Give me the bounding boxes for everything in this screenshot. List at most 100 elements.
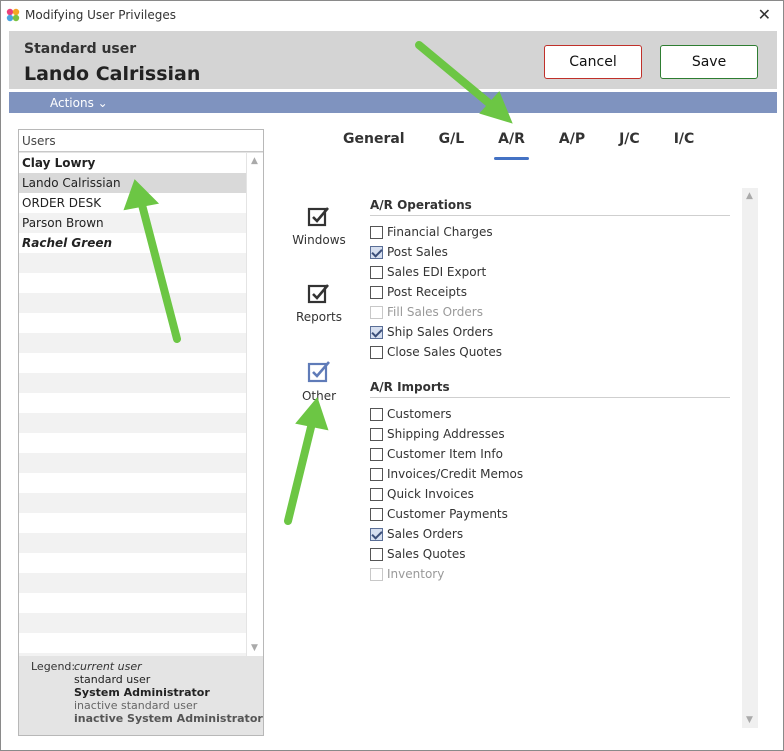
legend-current-user: current user — [74, 660, 142, 673]
side-nav-other[interactable]: Other — [289, 359, 349, 403]
legend-items: current user standard user System Admini… — [74, 660, 263, 725]
checkbox-unchecked[interactable] — [370, 285, 383, 299]
empty-row — [19, 373, 246, 393]
checkbox-unchecked[interactable] — [370, 447, 383, 461]
checkbox-unchecked[interactable] — [370, 225, 383, 239]
permission-label: Fill Sales Orders — [387, 305, 483, 319]
permission-row[interactable]: Close Sales Quotes — [370, 342, 730, 362]
scroll-up-icon[interactable]: ▲ — [746, 191, 753, 201]
permission-row[interactable]: Ship Sales Orders — [370, 322, 730, 342]
users-list-header: Users — [19, 130, 263, 152]
user-row[interactable]: ORDER DESK — [19, 193, 246, 213]
tab-j-c[interactable]: J/C — [617, 129, 642, 157]
empty-row — [19, 273, 246, 293]
empty-row — [19, 393, 246, 413]
permission-row[interactable]: Post Sales — [370, 242, 730, 262]
checkbox-unchecked[interactable] — [370, 407, 383, 421]
side-nav-label: Reports — [295, 310, 343, 324]
checkbox-unchecked[interactable] — [370, 547, 383, 561]
title-bar: Modifying User Privileges ✕ — [1, 1, 783, 29]
permission-row[interactable]: Customer Payments — [370, 504, 730, 524]
permission-row[interactable]: Quick Invoices — [370, 484, 730, 504]
users-scrollbar[interactable]: ▲ ▼ — [247, 153, 263, 656]
side-nav-reports[interactable]: Reports — [289, 282, 349, 324]
user-row[interactable]: Lando Calrissian — [19, 173, 246, 193]
save-button[interactable]: Save — [660, 45, 758, 79]
legend-inactive-standard-user: inactive standard user — [74, 699, 198, 712]
tab-a-r[interactable]: A/R — [494, 129, 529, 160]
permission-label: Post Sales — [387, 245, 448, 259]
permission-row[interactable]: Sales Quotes — [370, 544, 730, 564]
checkbox-unchecked[interactable] — [370, 265, 383, 279]
permission-label: Quick Invoices — [387, 487, 474, 501]
permission-row[interactable]: Customer Item Info — [370, 444, 730, 464]
operations-list: Financial Charges Post Sales Sales EDI Exp… — [370, 222, 730, 362]
permission-row[interactable]: Invoices/Credit Memos — [370, 464, 730, 484]
user-type-label: Standard user — [24, 41, 137, 57]
checkbox-checked[interactable] — [370, 245, 383, 259]
legend-label: Legend: — [31, 660, 76, 673]
close-icon[interactable]: ✕ — [758, 5, 771, 24]
side-nav-label: Windows — [292, 233, 346, 247]
permission-row[interactable]: Post Receipts — [370, 282, 730, 302]
checkbox-unchecked[interactable] — [370, 507, 383, 521]
permission-label: Financial Charges — [387, 225, 493, 239]
checkbox-checked[interactable] — [370, 325, 383, 339]
checkbox-unchecked[interactable] — [370, 487, 383, 501]
permission-label: Close Sales Quotes — [387, 345, 502, 359]
permission-label: Sales EDI Export — [387, 265, 487, 279]
legend-inactive-system-administrator: inactive System Administrator — [74, 712, 263, 725]
empty-row — [19, 413, 246, 433]
scroll-down-icon[interactable]: ▼ — [746, 715, 753, 725]
empty-row — [19, 593, 246, 613]
permission-row[interactable]: Customers — [370, 404, 730, 424]
empty-row — [19, 253, 246, 273]
scroll-down-icon[interactable]: ▼ — [251, 643, 258, 653]
side-nav-windows[interactable]: Windows — [289, 205, 349, 247]
cancel-button[interactable]: Cancel — [544, 45, 642, 79]
side-nav-label: Other — [301, 389, 337, 403]
checkbox-icon — [307, 361, 330, 383]
checkbox-unchecked[interactable] — [370, 467, 383, 481]
section-title-imports: A/R Imports — [370, 380, 730, 398]
permission-row[interactable]: Financial Charges — [370, 222, 730, 242]
user-row[interactable]: Parson Brown — [19, 213, 246, 233]
user-row[interactable]: Clay Lowry — [19, 153, 246, 173]
empty-row — [19, 433, 246, 453]
checkbox-unchecked — [370, 567, 383, 581]
checkbox-checked[interactable] — [370, 527, 383, 541]
empty-row — [19, 293, 246, 313]
empty-row — [19, 453, 246, 473]
users-list[interactable]: Clay Lowry Lando Calrissian ORDER DESK Pars… — [19, 153, 246, 656]
arrow-to-other-icon — [284, 415, 317, 525]
actions-menu[interactable]: Actions ⌄ — [50, 96, 108, 110]
section-title-operations: A/R Operations — [370, 198, 730, 216]
app-logo-icon — [6, 8, 20, 22]
checkbox-unchecked[interactable] — [370, 427, 383, 441]
users-panel: Users Clay Lowry Lando Calrissian ORDER DE… — [18, 129, 264, 736]
empty-row — [19, 553, 246, 573]
empty-row — [19, 573, 246, 593]
empty-row — [19, 633, 246, 653]
tab-i-c[interactable]: I/C — [672, 129, 697, 157]
permission-row[interactable]: Shipping Addresses — [370, 424, 730, 444]
empty-row — [19, 653, 246, 656]
scroll-up-icon[interactable]: ▲ — [251, 156, 258, 166]
permissions-scrollbar[interactable]: ▲ ▼ — [742, 188, 758, 728]
tab-g-l[interactable]: G/L — [437, 129, 467, 157]
permission-row[interactable]: Sales EDI Export — [370, 262, 730, 282]
user-row[interactable]: Rachel Green — [19, 233, 246, 253]
actions-bar: Actions ⌄ — [9, 92, 777, 113]
legend-standard-user: standard user — [74, 673, 151, 686]
checkbox-unchecked[interactable] — [370, 345, 383, 359]
module-tabs: General G/L A/R A/P J/C I/C — [341, 129, 726, 160]
tab-a-p[interactable]: A/P — [557, 129, 587, 157]
tab-general[interactable]: General — [341, 129, 407, 157]
permission-label: Sales Quotes — [387, 547, 466, 561]
empty-row — [19, 313, 246, 333]
permission-row[interactable]: Sales Orders — [370, 524, 730, 544]
legend-system-administrator: System Administrator — [74, 686, 210, 699]
permission-label: Sales Orders — [387, 527, 464, 541]
permission-label: Customers — [387, 407, 452, 421]
user-header: Standard user Lando Calrissian Cancel Sa… — [9, 31, 777, 89]
